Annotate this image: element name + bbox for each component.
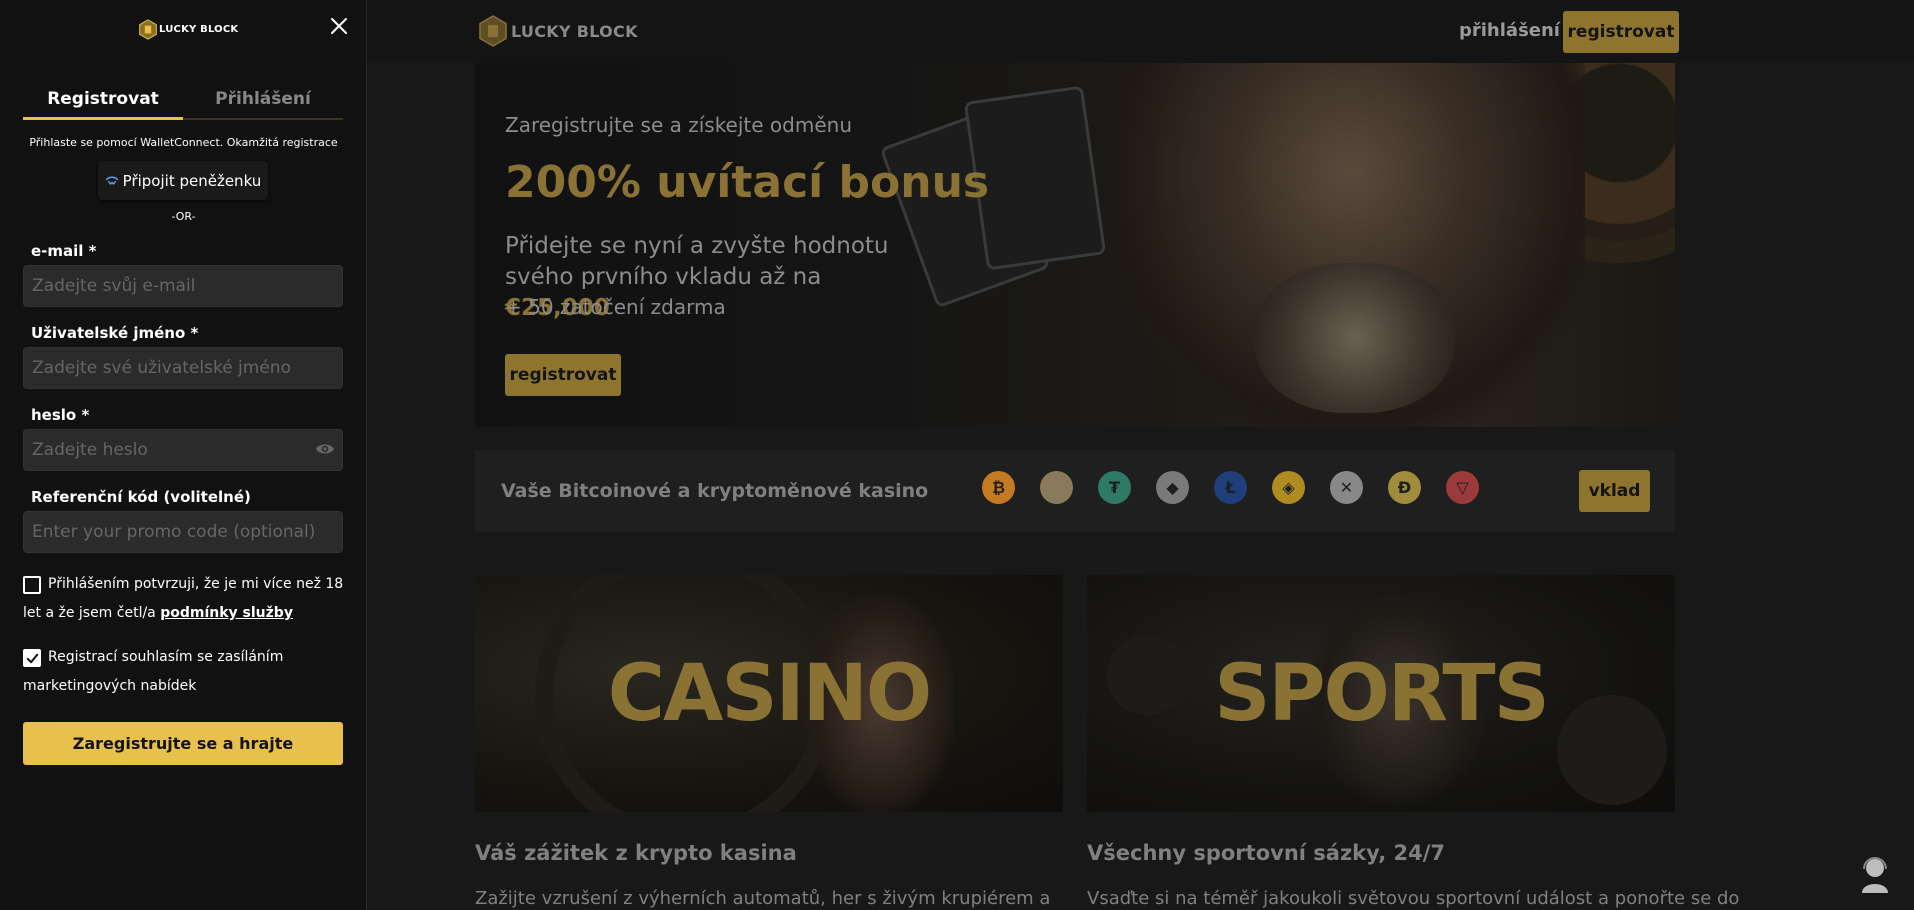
support-agent-icon[interactable]	[1859, 855, 1891, 893]
tab-register[interactable]: Registrovat	[23, 89, 183, 109]
terms-of-service-link[interactable]: podmínky služby	[160, 605, 293, 621]
active-tab-indicator	[23, 117, 183, 120]
or-divider: -OR-	[171, 210, 196, 223]
username-label: Uživatelské jméno *	[31, 324, 199, 342]
casino-tile[interactable]: CASINO	[475, 575, 1063, 812]
championship-belt-image	[1255, 263, 1455, 413]
sports-section-text: Vsaďte si na téměř jakoukoli světovou sp…	[1087, 888, 1740, 909]
hero-text-body: Přidejte se nyní a zvyšte hodnotu svého …	[505, 233, 889, 290]
site-logo-text: LUCKY BLOCK	[511, 21, 638, 41]
connect-wallet-label: Připojit peněženku	[122, 171, 262, 190]
header-register-button[interactable]: registrovat	[1563, 11, 1679, 53]
walletconnect-icon	[105, 176, 118, 185]
tron-icon: ▽	[1446, 471, 1479, 504]
lucky-block-logo-icon	[139, 19, 157, 40]
ethereum-icon: ◆	[1156, 471, 1189, 504]
walletconnect-note: Přihlaste se pomocí WalletConnect. Okamž…	[29, 136, 338, 149]
header-login-link[interactable]: přihlášení	[1459, 20, 1560, 41]
show-password-eye-icon[interactable]	[315, 441, 335, 457]
casino-section-text: Zažijte vzrušení z výherních automatů, h…	[475, 888, 1051, 909]
luckyblock-coin-icon	[1040, 471, 1073, 504]
tether-icon: ₮	[1098, 471, 1131, 504]
panel-logo-text: LUCKY BLOCK	[159, 24, 239, 35]
registration-panel: LUCKY BLOCK Registrovat Přihlášení Přihl…	[0, 0, 367, 910]
sports-tile[interactable]: SPORTS	[1087, 575, 1675, 812]
password-label: heslo *	[31, 406, 90, 424]
hero-free-spins: + 50 zatočení zdarma	[505, 295, 726, 319]
bitcoin-icon: ₿	[982, 471, 1015, 504]
dogecoin-icon: Ð	[1388, 471, 1421, 504]
email-field[interactable]	[23, 265, 343, 307]
xrp-icon: ✕	[1330, 471, 1363, 504]
marketing-consent-text: Registrací souhlasím se zasíláním market…	[23, 649, 284, 694]
register-and-play-button[interactable]: Zaregistrujte se a hrajte	[23, 722, 343, 765]
lucky-block-logo-icon	[479, 15, 507, 47]
referral-label: Referenční kód (volitelné)	[31, 488, 251, 506]
bnb-icon: ◈	[1272, 471, 1305, 504]
crypto-strip: Vaše Bitcoinové a kryptoměnové kasino ₿ ₮…	[475, 450, 1675, 532]
hero-title: 200% uvítací bonus	[505, 157, 990, 208]
email-label: e-mail *	[31, 242, 97, 260]
sports-tile-label: SPORTS	[1214, 649, 1550, 739]
crypto-coin-list: ₿ ₮ ◆ Ł ◈ ✕ Ð ▽	[982, 471, 1479, 504]
close-icon[interactable]	[330, 17, 348, 35]
deposit-button[interactable]: vklad	[1579, 470, 1650, 512]
terms-text: Přihlášením potvrzuji, že je mi více než…	[23, 570, 353, 628]
username-field[interactable]	[23, 347, 343, 389]
hero-banner: Zaregistrujte se a získejte odměnu 200% …	[475, 63, 1675, 427]
hero-register-button[interactable]: registrovat	[505, 354, 621, 396]
casino-section-title: Váš zážitek z krypto kasina	[475, 841, 797, 865]
promo-code-field[interactable]	[23, 511, 343, 553]
crypto-strip-title: Vaše Bitcoinové a kryptoměnové kasino	[501, 480, 929, 502]
auth-tabs: Registrovat Přihlášení	[23, 86, 343, 120]
hero-subtitle: Zaregistrujte se a získejte odměnu	[505, 113, 852, 137]
casino-tile-label: CASINO	[607, 649, 932, 739]
site-logo[interactable]: LUCKY BLOCK	[479, 15, 638, 47]
litecoin-icon: Ł	[1214, 471, 1247, 504]
sports-section-title: Všechny sportovní sázky, 24/7	[1087, 841, 1445, 865]
connect-wallet-button[interactable]: Připojit peněženku	[98, 161, 268, 200]
password-field[interactable]	[23, 429, 343, 471]
tab-login[interactable]: Přihlášení	[183, 89, 343, 109]
panel-logo: LUCKY BLOCK	[139, 19, 238, 40]
